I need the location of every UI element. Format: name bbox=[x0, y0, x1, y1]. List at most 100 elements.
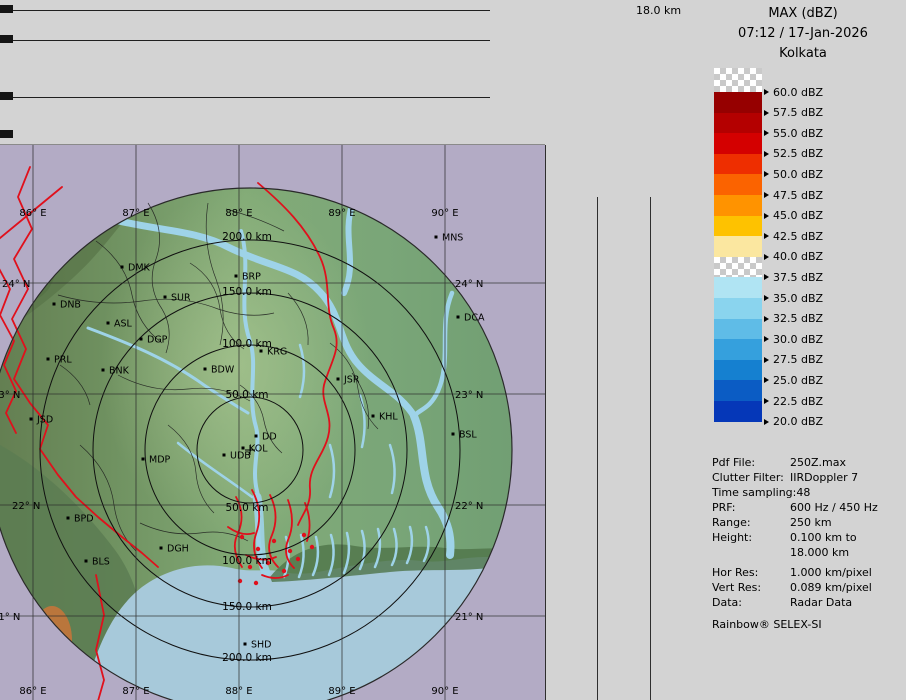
profile-tick-1 bbox=[0, 5, 13, 13]
station-label-MNS: MNS bbox=[442, 233, 463, 244]
info-row: Clutter Filter:IIRDoppler 7 bbox=[712, 470, 906, 485]
legend-label: 37.5 dBZ bbox=[764, 269, 823, 285]
software-brand: Rainbow® SELEX-SI bbox=[712, 617, 906, 632]
station-label-DNB: DNB bbox=[60, 300, 81, 311]
range-ring-label: 200.0 km bbox=[222, 652, 272, 664]
station-label-KRG: KRG bbox=[267, 347, 287, 358]
product-title: MAX (dBZ) bbox=[706, 4, 900, 24]
radar-site-name: Kolkata bbox=[706, 44, 900, 64]
legend-label: 57.5 dBZ bbox=[764, 105, 823, 121]
legend-label: 22.5 dBZ bbox=[764, 393, 823, 409]
station-label-DCA: DCA bbox=[464, 313, 485, 324]
legend-tick-arrow-icon bbox=[764, 171, 769, 177]
station-marker-MNS bbox=[435, 236, 438, 239]
station-label-UDB: UDB bbox=[230, 451, 251, 462]
legend-label-text: 37.5 dBZ bbox=[773, 271, 823, 284]
info-label: Vert Res: bbox=[712, 580, 790, 595]
legend-tick-arrow-icon bbox=[764, 151, 769, 157]
info-row: Hor Res:1.000 km/pixel bbox=[712, 565, 906, 580]
station-label-KOL: KOL bbox=[249, 444, 268, 455]
legend-swatch-55.0 bbox=[714, 113, 762, 134]
station-label-ASL: ASL bbox=[114, 319, 133, 330]
legend-label: 55.0 dBZ bbox=[764, 125, 823, 141]
info-row: Data:Radar Data bbox=[712, 595, 906, 610]
legend-tick-arrow-icon bbox=[764, 336, 769, 342]
station-label-PRL: PRL bbox=[54, 355, 72, 366]
station-marker-MDP bbox=[142, 458, 145, 461]
legend-tick-arrow-icon bbox=[764, 192, 769, 198]
station-marker-BLS bbox=[85, 560, 88, 563]
legend-header: MAX (dBZ) 07:12 / 17-Jan-2026 Kolkata bbox=[706, 4, 900, 64]
legend-tick-arrow-icon bbox=[764, 316, 769, 322]
legend-swatch-57.5 bbox=[714, 92, 762, 113]
legend-label-text: 40.0 dBZ bbox=[773, 250, 823, 263]
station-marker-BSL bbox=[452, 433, 455, 436]
legend-label: 25.0 dBZ bbox=[764, 372, 823, 388]
lat-label-left: 21° N bbox=[0, 612, 20, 623]
legend-swatch-60.0 bbox=[714, 68, 762, 92]
legend-panel: MAX (dBZ) 07:12 / 17-Jan-2026 Kolkata 60… bbox=[706, 0, 906, 700]
station-label-BNK: BNK bbox=[109, 366, 130, 377]
info-label: Hor Res: bbox=[712, 565, 790, 580]
station-marker-BRP bbox=[235, 275, 238, 278]
station-label-BRP: BRP bbox=[242, 272, 261, 283]
legend-tick-arrow-icon bbox=[764, 357, 769, 363]
legend-swatch-42.5 bbox=[714, 216, 762, 237]
info-rows: Pdf File:250Z.maxClutter Filter:IIRDoppl… bbox=[712, 455, 906, 610]
info-row: Height:0.100 km to bbox=[712, 530, 906, 545]
legend-label: 47.5 dBZ bbox=[764, 187, 823, 203]
station-label-DD: DD bbox=[262, 432, 277, 443]
range-ring-label: 50.0 km bbox=[225, 502, 268, 514]
station-label-DGP: DGP bbox=[147, 335, 168, 346]
range-ring-label: 150.0 km bbox=[222, 286, 272, 298]
station-label-BLS: BLS bbox=[92, 557, 110, 568]
info-value: 18.000 km bbox=[790, 546, 849, 559]
lat-label-left: 22° N bbox=[12, 501, 40, 512]
info-value: 0.100 km to bbox=[790, 531, 857, 544]
legend-label-text: 22.5 dBZ bbox=[773, 395, 823, 408]
info-label: Time sampling:48 bbox=[712, 485, 790, 500]
profile-tick-3 bbox=[0, 92, 13, 100]
legend-swatch-27.5 bbox=[714, 339, 762, 360]
legend-label: 60.0 dBZ bbox=[764, 84, 823, 100]
side-panel-line-3 bbox=[650, 197, 651, 700]
info-label: Data: bbox=[712, 595, 790, 610]
legend-label-text: 32.5 dBZ bbox=[773, 312, 823, 325]
legend-tick-arrow-icon bbox=[764, 419, 769, 425]
legend-swatch-45.0 bbox=[714, 195, 762, 216]
profile-gridline-3 bbox=[0, 97, 490, 98]
station-marker-BPD bbox=[67, 517, 70, 520]
station-marker-SUR bbox=[164, 296, 167, 299]
legend-label-text: 30.0 dBZ bbox=[773, 333, 823, 346]
legend-label: 50.0 dBZ bbox=[764, 166, 823, 182]
info-label: Pdf File: bbox=[712, 455, 790, 470]
product-datetime: 07:12 / 17-Jan-2026 bbox=[706, 24, 900, 44]
lon-label-bottom: 88° E bbox=[225, 686, 252, 697]
radar-map-panel: 86° E86° E87° E87° E88° E88° E89° E89° E… bbox=[0, 145, 545, 700]
legend-label: 32.5 dBZ bbox=[764, 311, 823, 327]
legend-tick-arrow-icon bbox=[764, 233, 769, 239]
legend-tick-arrow-icon bbox=[764, 110, 769, 116]
legend-tick-arrow-icon bbox=[764, 398, 769, 404]
info-value: 0.089 km/pixel bbox=[790, 581, 872, 594]
station-label-DGH: DGH bbox=[167, 544, 189, 555]
info-label: Range: bbox=[712, 515, 790, 530]
legend-swatch-30.0 bbox=[714, 319, 762, 340]
legend-swatch-47.5 bbox=[714, 174, 762, 195]
legend-label-text: 42.5 dBZ bbox=[773, 230, 823, 243]
legend-label: 20.0 dBZ bbox=[764, 414, 823, 430]
station-label-BPD: BPD bbox=[74, 514, 94, 525]
station-label-JSR: JSR bbox=[343, 375, 360, 386]
legend-swatch-52.5 bbox=[714, 133, 762, 154]
lon-label-top: 90° E bbox=[431, 208, 458, 219]
station-marker-DMK bbox=[121, 266, 124, 269]
station-marker-KRG bbox=[260, 350, 263, 353]
info-row: Vert Res:0.089 km/pixel bbox=[712, 580, 906, 595]
station-label-MDP: MDP bbox=[149, 455, 171, 466]
station-label-SUR: SUR bbox=[171, 293, 191, 304]
info-label: PRF: bbox=[712, 500, 790, 515]
profile-gridline-2 bbox=[0, 40, 490, 41]
legend-label-text: 25.0 dBZ bbox=[773, 374, 823, 387]
info-label: Height: bbox=[712, 530, 790, 545]
lat-label-right: 22° N bbox=[455, 501, 483, 512]
